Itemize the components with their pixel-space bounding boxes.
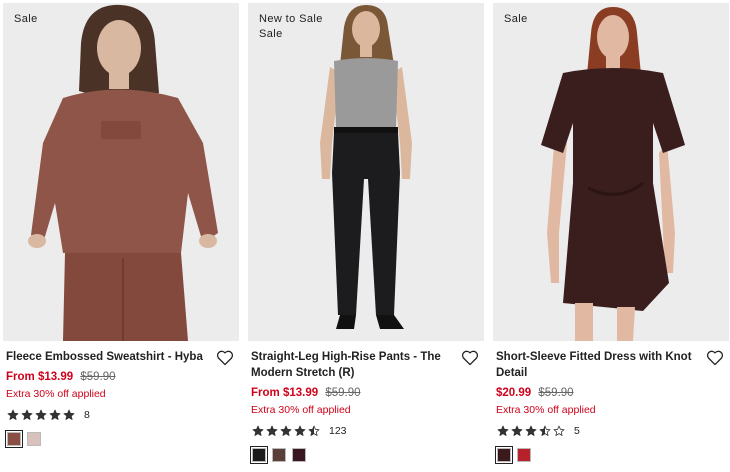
review-count: 5 — [574, 425, 580, 437]
title-row: Short-Sleeve Fitted Dress with Knot Deta… — [493, 349, 729, 381]
star-icon — [294, 425, 306, 436]
star-icon — [511, 425, 523, 436]
color-swatches — [248, 446, 484, 464]
heart-icon[interactable] — [461, 350, 479, 366]
star-icon — [35, 409, 47, 420]
product-card[interactable]: Sale Fleece Embossed Sweatshirt - Hyba F… — [3, 3, 239, 462]
sale-badge: Sale — [14, 13, 38, 25]
color-swatch[interactable] — [292, 448, 306, 462]
star-icon — [553, 425, 565, 436]
price-row: From $13.99 $59.90 — [3, 369, 239, 385]
product-grid: Sale Fleece Embossed Sweatshirt - Hyba F… — [3, 3, 729, 464]
color-swatch[interactable] — [495, 446, 513, 464]
promo-text: Extra 30% off applied — [6, 388, 106, 400]
product-image[interactable]: New to Sale Sale — [248, 3, 484, 341]
price-row: $20.99 $59.90 — [493, 385, 729, 401]
product-card[interactable]: Sale Short-Sleeve Fitted Dress with Knot… — [493, 3, 729, 464]
heart-icon[interactable] — [706, 350, 724, 366]
review-count: 8 — [84, 409, 90, 421]
star-rating — [7, 409, 75, 421]
star-icon — [21, 409, 33, 420]
original-price: $59.90 — [80, 371, 116, 383]
promo-text: Extra 30% off applied — [251, 404, 351, 416]
star-icon — [497, 425, 509, 436]
title-row: Fleece Embossed Sweatshirt - Hyba — [3, 349, 239, 366]
title-row: Straight-Leg High-Rise Pants - The Moder… — [248, 349, 484, 381]
color-swatch[interactable] — [5, 430, 23, 448]
sale-price: $20.99 — [496, 387, 532, 399]
star-rating — [497, 425, 565, 437]
star-icon — [280, 425, 292, 436]
product-title[interactable]: Fleece Embossed Sweatshirt - Hyba — [6, 349, 211, 365]
promo-text: Extra 30% off applied — [496, 404, 596, 416]
product-image[interactable]: Sale — [3, 3, 239, 341]
badge-group: Sale — [504, 12, 528, 27]
sale-badge: Sale — [504, 13, 528, 25]
heart-icon[interactable] — [216, 350, 234, 366]
new-to-sale-badge: New to Sale — [259, 13, 323, 25]
model-photo — [248, 3, 484, 341]
star-icon — [252, 425, 264, 436]
badge-group: Sale — [14, 12, 38, 27]
sale-price: From $13.99 — [251, 387, 319, 399]
sale-badge: Sale — [259, 28, 283, 40]
star-icon — [525, 425, 537, 436]
rating[interactable]: 8 — [3, 407, 239, 423]
product-card[interactable]: New to Sale Sale Straight-Leg High-Rise … — [248, 3, 484, 464]
original-price: $59.90 — [538, 387, 574, 399]
model-photo — [3, 3, 239, 341]
star-icon — [7, 409, 19, 420]
star-icon — [539, 425, 551, 436]
original-price: $59.90 — [325, 387, 361, 399]
rating[interactable]: 5 — [493, 423, 729, 439]
color-swatch[interactable] — [250, 446, 268, 464]
product-title[interactable]: Short-Sleeve Fitted Dress with Knot Deta… — [496, 349, 701, 381]
star-icon — [266, 425, 278, 436]
star-icon — [308, 425, 320, 436]
rating[interactable]: 123 — [248, 423, 484, 439]
color-swatch[interactable] — [272, 448, 286, 462]
color-swatches — [493, 446, 729, 464]
product-image[interactable]: Sale — [493, 3, 729, 341]
star-icon — [49, 409, 61, 420]
sale-price: From $13.99 — [6, 371, 74, 383]
badge-group: New to Sale Sale — [259, 12, 323, 42]
star-rating — [252, 425, 320, 437]
color-swatch[interactable] — [27, 432, 41, 446]
star-icon — [63, 409, 75, 420]
color-swatch[interactable] — [517, 448, 531, 462]
product-title[interactable]: Straight-Leg High-Rise Pants - The Moder… — [251, 349, 456, 381]
color-swatches — [3, 430, 239, 448]
review-count: 123 — [329, 425, 347, 437]
price-row: From $13.99 $59.90 — [248, 385, 484, 401]
model-photo — [493, 3, 729, 341]
